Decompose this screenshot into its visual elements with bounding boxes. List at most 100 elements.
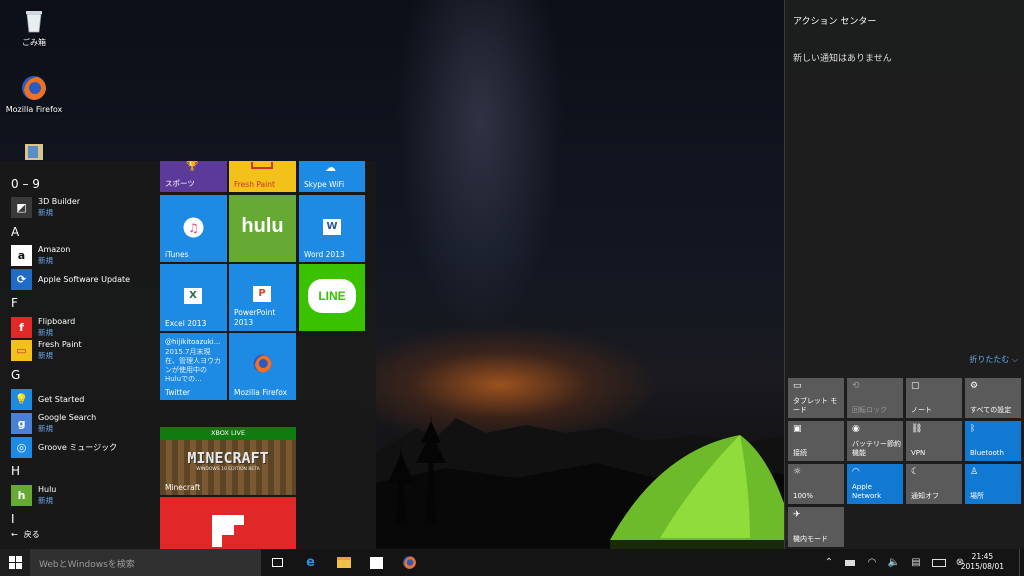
quick-action-tablet-mode[interactable]: ▭ タブレット モード xyxy=(788,378,844,418)
back-button[interactable]: ← 戻る xyxy=(11,529,40,540)
desktop-icon-partial[interactable] xyxy=(2,142,66,163)
xbox-live-banner: XBOX LIVE xyxy=(160,427,296,440)
app-name: Google Search xyxy=(38,413,97,422)
itunes-icon: ♫ xyxy=(183,217,204,238)
action-center-tray-button[interactable]: ▤ xyxy=(906,549,926,576)
tile-excel-2013[interactable]: X Excel 2013 xyxy=(160,264,227,331)
tile-twitter[interactable]: @hijikitoazuki... 2015.7月末現在、管理人ヨウカンが使用中… xyxy=(160,333,227,400)
desktop-icon-recycle-bin[interactable]: ごみ箱 xyxy=(2,6,66,48)
start-button[interactable] xyxy=(0,549,30,576)
tile-fresh-paint[interactable]: Fresh Paint xyxy=(229,161,296,192)
tile-minecraft[interactable]: XBOX LIVE MINECRAFT WINDOWS 10 EDITION B… xyxy=(160,427,296,495)
group-header[interactable]: H xyxy=(11,464,20,478)
app-list: 0 – 9 ◩ 3D Builder 新規 A a Amazon 新規 ⟳ Appl… xyxy=(0,161,156,549)
tweet-handle: @hijikitoazuki... xyxy=(165,338,221,346)
edge-icon: e xyxy=(306,555,315,570)
quick-action-bluetooth[interactable]: ᛒ Bluetooth xyxy=(965,421,1021,461)
tent-illustration xyxy=(610,435,795,550)
quick-action-wifi[interactable]: ◠ Apple Network xyxy=(847,464,903,504)
show-desktop-button[interactable] xyxy=(1019,549,1024,576)
firefox-taskbar-button[interactable] xyxy=(393,549,426,576)
group-header[interactable]: A xyxy=(11,225,19,239)
app-name: Hulu xyxy=(38,485,57,494)
tile-sports[interactable]: 🏆 スポーツ xyxy=(160,161,227,192)
tile-label: Skype WiFi xyxy=(304,180,345,189)
quick-action-brightness[interactable]: ☼ 100% xyxy=(788,464,844,504)
note-icon: ▢ xyxy=(911,381,920,391)
app-fresh-paint[interactable]: ▭ Fresh Paint 新規 xyxy=(11,339,82,361)
network-tray-button[interactable]: ◠ xyxy=(862,549,882,576)
quick-action-battery-saver[interactable]: ◉ バッテリー節約機能 xyxy=(847,421,903,461)
lightbulb-icon: 💡 xyxy=(11,388,32,410)
quick-action-connect[interactable]: ▣ 接続 xyxy=(788,421,844,461)
app-name: 3D Builder xyxy=(38,197,81,206)
quick-action-airplane-mode[interactable]: ✈ 機内モード xyxy=(788,507,844,547)
tile-skype-wifi[interactable]: ☁ Skype WiFi xyxy=(299,161,365,192)
group-header[interactable]: I xyxy=(11,512,15,526)
tile-hulu[interactable]: hulu xyxy=(229,195,296,262)
fresh-paint-icon xyxy=(251,162,273,169)
tile-firefox[interactable]: Mozilla Firefox xyxy=(229,333,296,400)
chevron-down-icon: ⌵ xyxy=(1011,355,1018,364)
quick-action-rotation-lock[interactable]: ⟲ 回転ロック xyxy=(847,378,903,418)
quick-action-vpn[interactable]: ⛓ VPN xyxy=(906,421,962,461)
quick-action-quiet-hours[interactable]: ☾ 通知オフ xyxy=(906,464,962,504)
app-name: Get Started xyxy=(38,394,85,404)
volume-tray-button[interactable]: 🔈 xyxy=(884,549,904,576)
speaker-icon: 🔈 xyxy=(887,557,901,568)
back-label: 戻る xyxy=(23,530,40,539)
recycle-bin-icon xyxy=(20,6,48,34)
search-box[interactable]: WebとWindowsを検索 xyxy=(30,549,261,576)
app-3d-builder[interactable]: ◩ 3D Builder 新規 xyxy=(11,196,80,218)
file-explorer-button[interactable] xyxy=(327,549,360,576)
tablet-mode-icon: ▭ xyxy=(793,381,802,391)
tile-powerpoint-2013[interactable]: P PowerPoint 2013 xyxy=(229,264,296,331)
group-header[interactable]: G xyxy=(11,368,20,382)
touch-keyboard-button[interactable] xyxy=(928,549,950,576)
hulu-logo: hulu xyxy=(241,215,284,237)
settings-icon: ⚙ xyxy=(970,381,979,391)
line-logo: LINE xyxy=(308,279,356,313)
app-new-badge: 新規 xyxy=(38,351,53,360)
google-search-icon: g xyxy=(11,412,32,434)
app-apple-software-update[interactable]: ⟳ Apple Software Update xyxy=(11,268,130,290)
tile-line[interactable]: LINE xyxy=(299,264,365,331)
action-center: アクション センター 新しい通知はありません 折りたたむ ⌵ ▭ タブレット モー… xyxy=(784,0,1024,549)
start-menu: 0 – 9 ◩ 3D Builder 新規 A a Amazon 新規 ⟳ Appl… xyxy=(0,161,376,549)
tile-label: Twitter xyxy=(165,388,191,397)
app-flipboard[interactable]: f Flipboard 新規 xyxy=(11,316,75,338)
group-header[interactable]: 0 – 9 xyxy=(11,177,40,191)
brightness-icon: ☼ xyxy=(793,467,802,477)
search-placeholder: WebとWindowsを検索 xyxy=(39,560,135,570)
quick-action-all-settings[interactable]: ⚙ すべての設定 xyxy=(965,378,1021,418)
app-amazon[interactable]: a Amazon 新規 xyxy=(11,244,70,266)
task-view-icon xyxy=(272,558,283,567)
tile-label: Minecraft xyxy=(165,483,201,492)
group-header[interactable]: F xyxy=(11,296,18,310)
no-notifications-message: 新しい通知はありません xyxy=(793,54,892,64)
quick-action-location[interactable]: ♙ 場所 xyxy=(965,464,1021,504)
tile-word-2013[interactable]: W Word 2013 xyxy=(299,195,365,262)
app-get-started[interactable]: 💡 Get Started xyxy=(11,388,84,410)
quick-action-note[interactable]: ▢ ノート xyxy=(906,378,962,418)
tile-itunes[interactable]: ♫ iTunes xyxy=(160,195,227,262)
show-hidden-icons-button[interactable]: ⌃ xyxy=(820,549,838,576)
task-view-button[interactable] xyxy=(261,549,294,576)
battery-tray-button[interactable] xyxy=(840,549,860,576)
app-google-search[interactable]: g Google Search 新規 xyxy=(11,412,96,434)
desktop-icon-firefox[interactable]: Mozilla Firefox xyxy=(2,74,66,114)
svg-text:♫: ♫ xyxy=(188,221,199,235)
vpn-icon: ⛓ xyxy=(911,424,923,434)
tile-flipboard[interactable] xyxy=(160,497,296,549)
edge-button[interactable]: e xyxy=(294,549,327,576)
notification-icon: ▤ xyxy=(911,557,921,568)
app-hulu[interactable]: h Hulu 新規 xyxy=(11,484,56,506)
quick-action-label: ノート xyxy=(911,406,932,414)
collapse-link[interactable]: 折りたたむ ⌵ xyxy=(969,354,1018,365)
clock[interactable]: 21:45 2015/08/01 xyxy=(961,552,1004,572)
tweet-text: 2015.7月末現在、管理人ヨウカンが使用中のHuluでの... xyxy=(165,348,221,383)
store-button[interactable] xyxy=(360,549,393,576)
wifi-icon: ◠ xyxy=(852,467,860,477)
app-groove-music[interactable]: ◎ Groove ミュージック xyxy=(11,436,117,458)
quick-action-label: Bluetooth xyxy=(970,449,1004,457)
